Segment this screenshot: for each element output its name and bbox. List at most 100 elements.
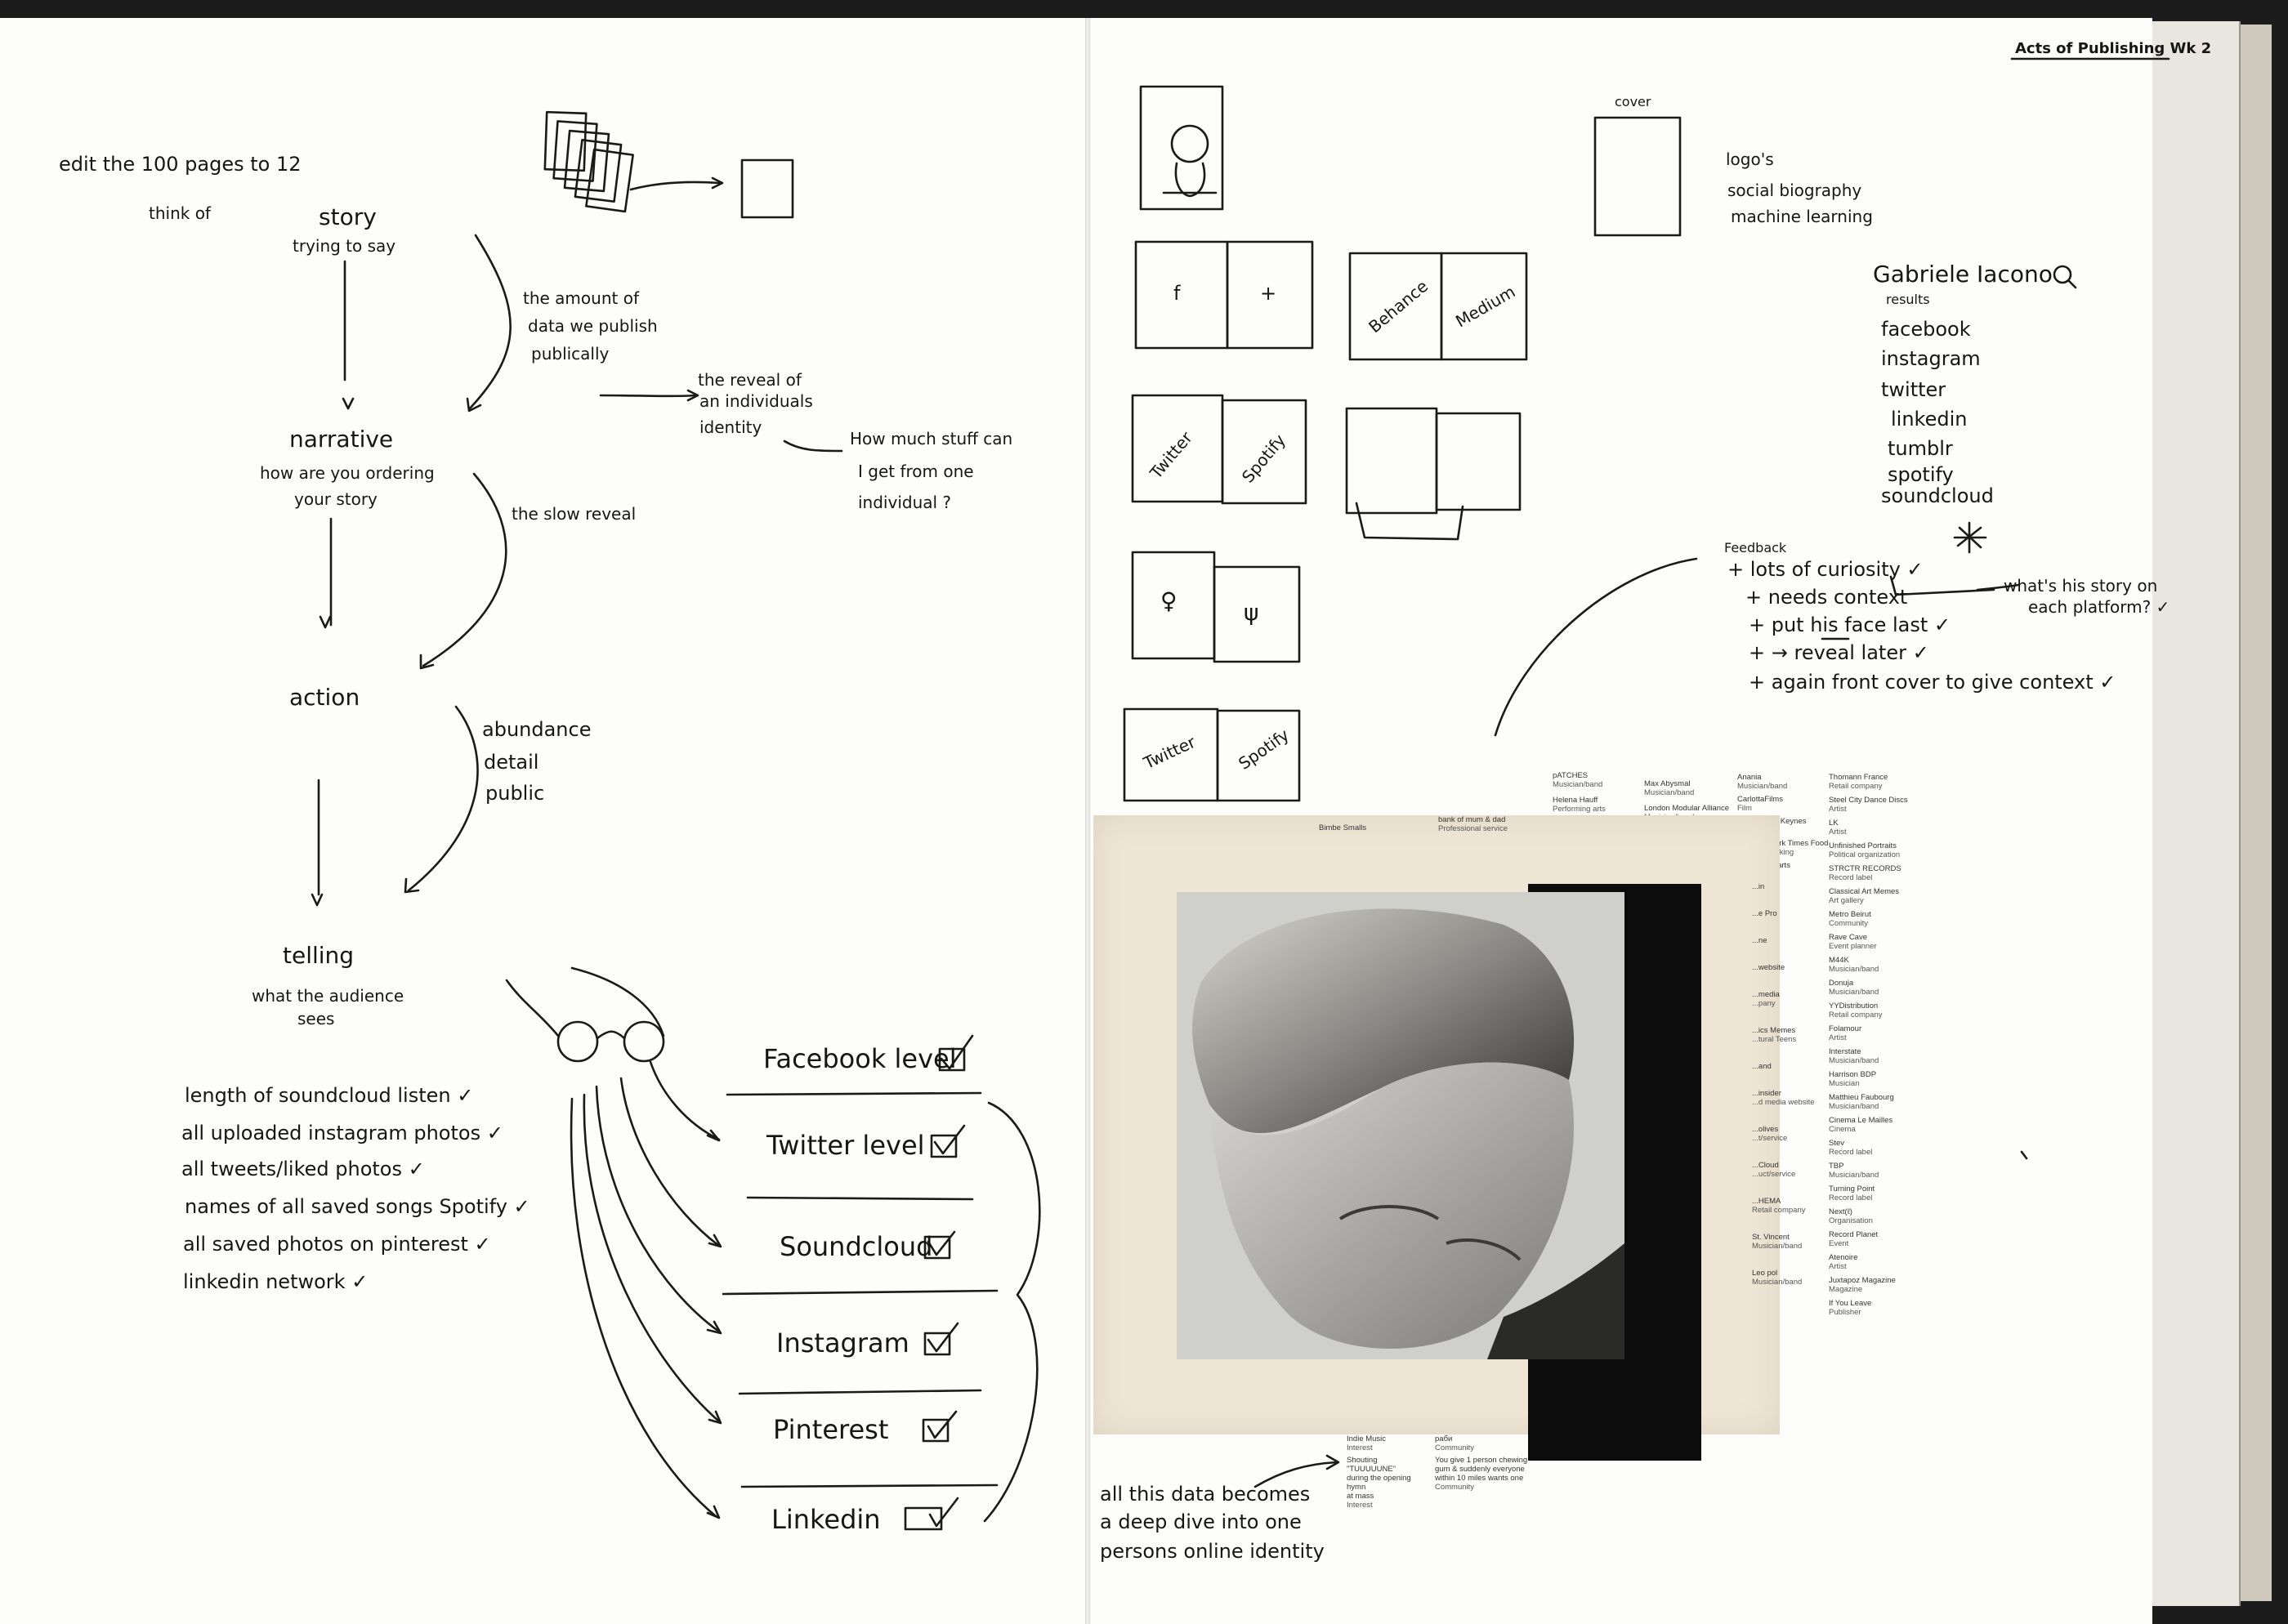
data-entry-type: Event <box>1829 1239 1849 1248</box>
data-entry-type: Record label <box>1829 1193 1873 1202</box>
data-bottom: раби Community You give 1 person chewing g… <box>1435 1434 1528 1492</box>
feedback-item: + again front cover to give context ✓ <box>1749 671 2116 694</box>
thumb-label: + <box>1260 282 1277 305</box>
note-detail: detail <box>484 751 539 774</box>
right-page-underlay-2 <box>2149 21 2241 1606</box>
result-item: soundcloud <box>1881 484 1994 507</box>
data-entry-type: Retail company <box>1829 1011 1883 1019</box>
data-entry-type: Musician/band <box>1829 1171 1879 1180</box>
data-entry-name: Cinema Le Mailles <box>1829 1116 1893 1125</box>
page-header: Acts of Publishing Wk 2 <box>2015 40 2212 57</box>
data-bottom: Indie Music Interest Shouting "TUUUUUNE" d… <box>1347 1434 1411 1510</box>
clipping-misc: Bimbe Smalls <box>1319 823 1367 832</box>
data-entry-name: Rave Cave <box>1829 933 1867 942</box>
data-entry-name: London Modular Alliance <box>1644 804 1730 813</box>
result-item: tumblr <box>1888 437 1953 460</box>
data-entry-type: ...pany <box>1752 999 1776 1008</box>
data-entry-name: M44K <box>1829 956 1849 965</box>
data-entry-type: Artist <box>1829 1033 1847 1042</box>
flow-narrative-sub-2: your story <box>294 489 378 509</box>
note-howmuch-1: How much stuff can <box>850 429 1013 448</box>
data-entry-name: ...HEMA <box>1752 1197 1781 1206</box>
data-entry-name: ...insider <box>1752 1089 1781 1098</box>
flow-narrative-sub-1: how are you ordering <box>260 463 435 483</box>
cover-note: machine learning <box>1731 207 1873 226</box>
result-item: linkedin <box>1891 408 1968 431</box>
data-entry-name: ...Cloud <box>1752 1161 1779 1170</box>
data-column: ...in ...e Pro ...ne ...website ...media ...p… <box>1752 882 1825 1305</box>
cover-label: cover <box>1615 94 1651 109</box>
top-note: edit the 100 pages to 12 <box>59 153 302 176</box>
data-entry-type: Record label <box>1829 1148 1873 1157</box>
data-entry-name: Juxtapoz Magazine <box>1829 1276 1896 1285</box>
data-entry-name: LK <box>1829 819 1839 828</box>
data-entry-type: Art gallery <box>1829 896 1864 905</box>
data-entry-type: Musician/band <box>1737 782 1788 791</box>
level-soundcloud: Soundcloud <box>780 1231 933 1262</box>
data-entry-name: Folamour <box>1829 1024 1862 1033</box>
result-item: spotify <box>1888 463 1954 486</box>
data-entry-name: CarlottaFilms <box>1737 795 1783 804</box>
page-gutter <box>1085 18 1090 1624</box>
left-page <box>0 18 1087 1624</box>
data-entry-name: If You Leave <box>1829 1299 1872 1308</box>
note-reveal-1: the reveal of <box>698 370 802 390</box>
portrait-figure <box>1177 892 1624 1359</box>
checklist-item: names of all saved songs Spotify ✓ <box>185 1195 530 1218</box>
search-name: Gabriele Iacono <box>1873 261 2053 288</box>
data-entry-type: Cinema <box>1829 1125 1856 1134</box>
data-entry-name: Thomann France <box>1829 773 1888 782</box>
feedback-side: each platform? ✓ <box>2028 597 2170 617</box>
data-entry-type: Musician/band <box>1752 1242 1803 1251</box>
bottom-note-1: all this data becomes <box>1100 1483 1311 1506</box>
cover-note: logo's <box>1726 149 1774 169</box>
data-entry-type: Political organization <box>1829 850 1901 859</box>
data-entry-name: ...ne <box>1752 936 1767 945</box>
data-entry-type: Musician/band <box>1829 988 1879 997</box>
flow-telling-sub-1: what the audience <box>252 986 404 1006</box>
flow-story: story <box>319 203 377 230</box>
data-entry-type: ...tural Teens <box>1752 1035 1797 1044</box>
note-abundance: abundance <box>482 718 592 741</box>
feedback-label: Feedback <box>1724 540 1787 555</box>
data-entry-type: Organisation <box>1829 1216 1873 1225</box>
data-entry-name: ...and <box>1752 1062 1772 1071</box>
result-item: instagram <box>1881 347 1981 370</box>
checklist-item: all saved photos on pinterest ✓ <box>183 1233 491 1256</box>
data-entry-type: Musician <box>1829 1079 1860 1088</box>
data-entry-type: ...t/service <box>1752 1134 1788 1143</box>
data-entry-name: Stev <box>1829 1139 1845 1148</box>
data-entry-name: ...in <box>1752 882 1765 891</box>
data-entry-type: ...d media website <box>1752 1098 1815 1107</box>
think-of-label: think of <box>149 203 211 223</box>
data-entry-name: Matthieu Faubourg <box>1829 1093 1894 1102</box>
data-entry-name: YYDistribution <box>1829 1002 1879 1011</box>
feedback-item: + lots of curiosity ✓ <box>1727 558 1924 581</box>
portrait-photo <box>1177 892 1624 1359</box>
bottom-note-3: persons online identity <box>1100 1540 1325 1563</box>
data-entry-name: Anania <box>1737 773 1762 782</box>
results-label: results <box>1886 292 1930 307</box>
result-item: twitter <box>1881 378 1946 401</box>
checklist-item: all uploaded instagram photos ✓ <box>181 1122 503 1144</box>
checklist-item: all tweets/liked photos ✓ <box>181 1158 425 1180</box>
data-entry-name: Record Planet <box>1829 1230 1879 1239</box>
flow-telling-sub-2: sees <box>297 1009 335 1028</box>
data-entry-name: Donuja <box>1829 979 1854 988</box>
data-entry-name: ...website <box>1752 963 1785 972</box>
data-entry-name: ...media <box>1752 990 1780 999</box>
data-entry-name: Atenoire <box>1829 1253 1858 1262</box>
data-entry-name: St. Vincent <box>1752 1233 1790 1242</box>
data-column: Thomann France Retail company Steel City D… <box>1829 773 1935 1322</box>
level-linkedin: Linkedin <box>771 1504 881 1535</box>
cover-note: social biography <box>1727 181 1862 200</box>
thumb-label: ψ <box>1244 599 1259 626</box>
data-entry-name: ...olives <box>1752 1125 1779 1134</box>
data-entry-name: Next(ℓ) <box>1829 1207 1852 1216</box>
data-entry-name: Steel City Dance Discs <box>1829 796 1908 805</box>
note-reveal-2: an individuals <box>699 391 813 411</box>
data-entry-type: Musician/band <box>1829 1056 1879 1065</box>
level-instagram: Instagram <box>776 1327 909 1359</box>
flow-narrative: narrative <box>289 426 394 453</box>
data-entry-type: Musician/band <box>1553 780 1603 789</box>
